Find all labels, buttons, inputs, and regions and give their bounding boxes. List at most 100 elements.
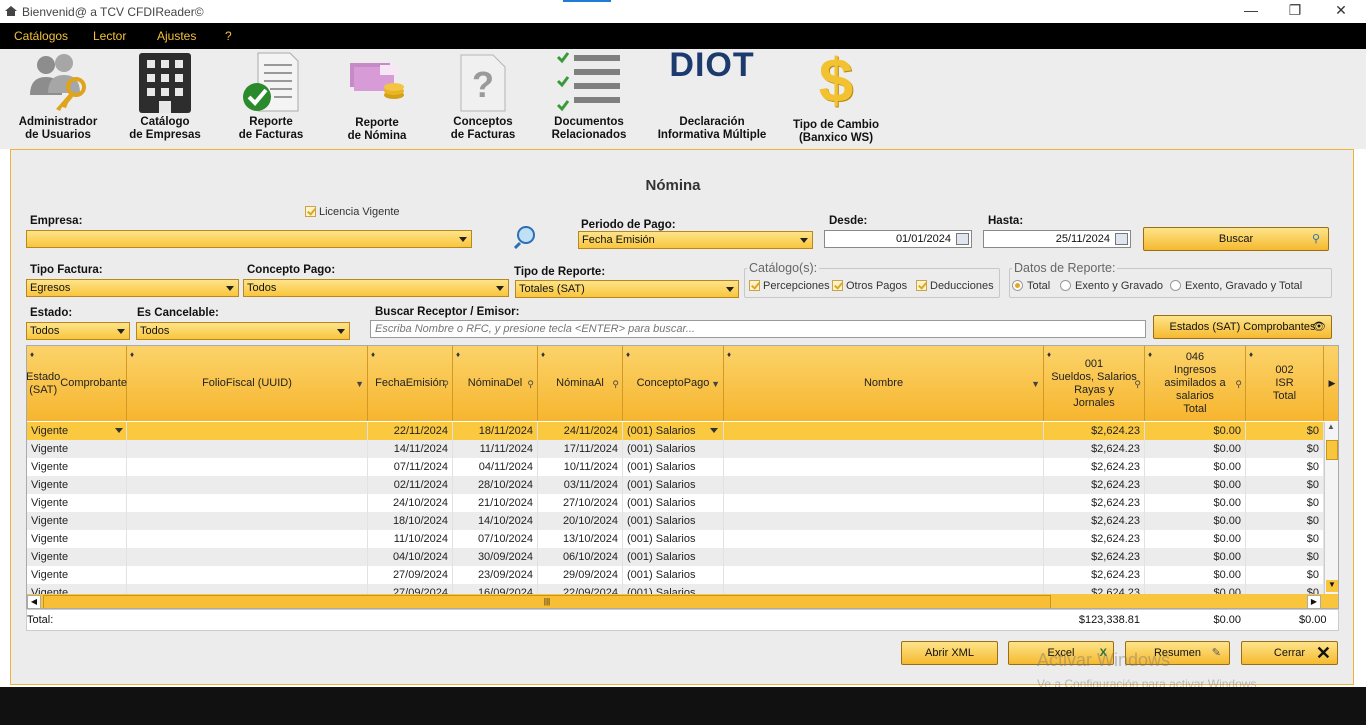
estados-sat-button[interactable]: Estados (SAT) Comprobantes 👁 — [1153, 315, 1332, 339]
taskbar — [0, 687, 1366, 725]
scroll-right-icon[interactable]: ▶ — [1307, 595, 1321, 608]
menu-lector[interactable]: Lector — [93, 29, 126, 43]
empresa-label: Empresa: — [30, 215, 83, 227]
scroll-thumb[interactable] — [1326, 440, 1338, 460]
cell-nomina-al: 03/11/2024 — [538, 476, 623, 494]
cell-fecha-emision: 22/11/2024 — [368, 422, 453, 440]
datos-exento-gravado-radio[interactable]: Exento y Gravado — [1060, 280, 1163, 292]
desde-label: Desde: — [829, 215, 868, 227]
deducciones-checkbox[interactable]: Deducciones — [916, 280, 994, 292]
buscar-button[interactable]: Buscar ⚲ — [1143, 227, 1329, 251]
table-row[interactable]: Vigente 02/11/2024 28/10/2024 03/11/2024 (00… — [27, 476, 1324, 494]
cell-nomina-del: 28/10/2024 — [453, 476, 538, 494]
cell-nombre — [724, 440, 1044, 458]
licencia-vigente-checkbox[interactable]: Licencia Vigente — [305, 206, 400, 218]
filter-icon[interactable]: ▼ — [711, 378, 720, 391]
calendar-icon[interactable] — [956, 233, 969, 245]
cell-estado: Vigente — [27, 476, 127, 494]
scroll-up-icon[interactable]: ▲ — [1327, 422, 1335, 431]
cell-concepto-pago: (001) Salarios — [623, 476, 724, 494]
table-row[interactable]: Vigente 22/11/2024 18/11/2024 24/11/2024 (00… — [27, 422, 1324, 440]
minimize-icon[interactable]: — — [1236, 2, 1266, 18]
tipo-factura-label: Tipo Factura: — [30, 264, 103, 276]
ribbon-administrador-usuarios[interactable]: Administrador de Usuarios — [10, 49, 106, 145]
cerrar-button[interactable]: Cerrar ✕ — [1241, 641, 1338, 665]
col-header-002-isr[interactable]: ♦ 002 ISR Total — [1246, 346, 1324, 421]
ribbon-reporte-nomina[interactable]: Reporte de Nómina — [330, 49, 424, 145]
table-row[interactable]: Vigente 11/10/2024 07/10/2024 13/10/2024 (00… — [27, 530, 1324, 548]
concepto-dropdown-icon[interactable] — [710, 428, 718, 433]
search-icon[interactable] — [514, 225, 540, 249]
col-header-046-asimilados[interactable]: ♦ 046 Ingresos asimilados a salarios Total ⚲ — [1145, 346, 1246, 421]
table-row[interactable]: Vigente 18/10/2024 14/10/2024 20/10/2024 (00… — [27, 512, 1324, 530]
table-row[interactable]: Vigente 07/11/2024 04/11/2024 10/11/2024 (00… — [27, 458, 1324, 476]
col-header-nomina-del[interactable]: ♦ Nómina Del ⚲ — [453, 346, 538, 421]
close-icon[interactable]: ✕ — [1326, 2, 1356, 19]
col-header-folio[interactable]: ♦ Folio Fiscal (UUID) ▼ — [127, 346, 368, 421]
hscroll-thumb[interactable]: ||| — [43, 595, 1051, 608]
search-icon[interactable]: ⚲ — [442, 378, 449, 391]
users-key-icon — [30, 54, 86, 111]
ribbon-tipo-cambio[interactable]: $ Tipo de Cambio (Banxico WS) — [786, 49, 886, 145]
ribbon-catalogo-empresas[interactable]: Catálogo de Empresas — [116, 49, 214, 145]
col-header-nomina-al[interactable]: ♦ Nómina Al ⚲ — [538, 346, 623, 421]
menu-help[interactable]: ? — [225, 29, 232, 43]
search-icon[interactable]: ⚲ — [527, 378, 534, 391]
col-header-estado[interactable]: ♦ Estado (SAT) Comprobante — [27, 346, 127, 421]
menu-ajustes[interactable]: Ajustes — [157, 29, 196, 43]
cell-nomina-del: 18/11/2024 — [453, 422, 538, 440]
abrir-xml-button[interactable]: Abrir XML — [901, 641, 998, 665]
ribbon-diot[interactable]: DIOT Declaración Informativa Múltiple — [648, 48, 776, 145]
cell-asimilados: $0.00 — [1145, 476, 1246, 494]
search-icon[interactable]: ⚲ — [612, 378, 619, 391]
ribbon-documentos-relacionados[interactable]: Documentos Relacionados — [542, 49, 636, 145]
scroll-right-header[interactable]: ▶ — [1324, 346, 1338, 421]
scroll-down-icon[interactable]: ▼ — [1326, 580, 1338, 592]
scroll-left-icon[interactable]: ◀ — [27, 595, 41, 608]
otros-pagos-checkbox[interactable]: Otros Pagos — [832, 280, 907, 292]
col-header-nombre[interactable]: ♦ Nombre ▼ — [724, 346, 1044, 421]
buscar-receptor-input[interactable] — [370, 320, 1146, 338]
datos-exento-gravado-total-radio[interactable]: Exento, Gravado y Total — [1170, 280, 1302, 292]
estado-select[interactable]: Todos — [26, 322, 130, 340]
cell-folio — [127, 440, 368, 458]
empresa-select[interactable] — [26, 230, 472, 248]
cell-nomina-del: 11/11/2024 — [453, 440, 538, 458]
datos-total-radio[interactable]: Total — [1012, 280, 1050, 292]
cancelable-select[interactable]: Todos — [136, 322, 350, 340]
desde-date-input[interactable]: 01/01/2024 — [824, 230, 972, 248]
tipo-factura-select[interactable]: Egresos — [26, 279, 239, 297]
search-icon[interactable]: ⚲ — [1134, 378, 1141, 391]
cell-folio — [127, 458, 368, 476]
ribbon-reporte-facturas[interactable]: Reporte de Facturas — [224, 49, 318, 145]
restore-icon[interactable]: ❐ — [1280, 2, 1310, 19]
cell-sueldos: $2,624.23 — [1044, 494, 1145, 512]
nomina-panel: Nómina Licencia Vigente Empresa: Periodo… — [10, 149, 1354, 691]
cell-fecha-emision: 07/11/2024 — [368, 458, 453, 476]
cell-concepto-pago: (001) Salarios — [623, 458, 724, 476]
ribbon-label: Reporte de Facturas — [238, 116, 304, 141]
menu-catalogos[interactable]: Catálogos — [14, 29, 68, 43]
calendar-icon[interactable] — [1115, 233, 1128, 245]
col-header-concepto[interactable]: ♦ Concepto Pago ▼ — [623, 346, 724, 421]
invoice-check-icon — [243, 52, 299, 112]
percepciones-checkbox[interactable]: Percepciones — [749, 280, 830, 292]
hasta-date-input[interactable]: 25/11/2024 — [983, 230, 1131, 248]
filter-icon[interactable]: ▼ — [355, 378, 364, 391]
table-row[interactable]: Vigente 14/11/2024 11/11/2024 17/11/2024 (00… — [27, 440, 1324, 458]
col-header-fecha[interactable]: ♦ Fecha Emisión ⚲ — [368, 346, 453, 421]
col-header-001-sueldos[interactable]: ♦ 001 Sueldos, Salarios Rayas y Jornales ⚲ — [1044, 346, 1145, 421]
table-row[interactable]: Vigente 24/10/2024 21/10/2024 27/10/2024 (00… — [27, 494, 1324, 512]
periodo-select[interactable]: Fecha Emisión — [578, 231, 813, 249]
vertical-scrollbar[interactable]: ▲ ▼ — [1324, 422, 1338, 594]
table-row[interactable]: Vigente 04/10/2024 30/09/2024 06/10/2024 (00… — [27, 548, 1324, 566]
table-row[interactable]: Vigente 27/09/2024 23/09/2024 29/09/2024 (00… — [27, 566, 1324, 584]
search-icon[interactable]: ⚲ — [1235, 378, 1242, 391]
horizontal-scrollbar[interactable]: ◀ ||| ▶ — [27, 594, 1338, 608]
ribbon-conceptos-facturas[interactable]: ? Conceptos de Facturas — [436, 49, 530, 145]
estado-dropdown-icon[interactable] — [115, 428, 123, 433]
concepto-pago-select[interactable]: Todos — [243, 279, 509, 297]
cell-estado: Vigente — [27, 422, 127, 440]
filter-icon[interactable]: ▼ — [1031, 378, 1040, 391]
tipo-reporte-select[interactable]: Totales (SAT) — [515, 280, 739, 298]
